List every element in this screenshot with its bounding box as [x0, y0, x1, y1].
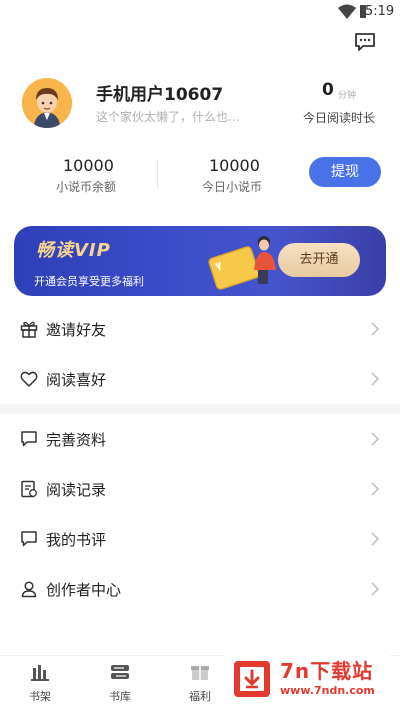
vip-open-button[interactable]: 去开通 — [278, 243, 360, 277]
menu-item-my-reviews[interactable]: 我的书评 — [0, 514, 400, 564]
chevron-right-icon — [371, 532, 380, 546]
vip-subtitle: 开通会员享受更多福利 — [34, 275, 144, 288]
vip-title: 畅读VIP — [36, 240, 111, 261]
coin-balance-value: 10000 — [63, 156, 114, 175]
library-icon — [111, 665, 129, 679]
tab-label: 福利 — [189, 690, 211, 703]
welfare-icon — [191, 666, 209, 680]
user-icon — [21, 581, 37, 598]
site-watermark: 7n下载站 www.7ndn.com — [224, 651, 390, 705]
tab-label: 书架 — [29, 690, 51, 703]
wifi-icon — [338, 4, 356, 19]
bookshelf-icon — [31, 665, 49, 681]
vip-banner[interactable]: 畅读VIP 开通会员享受更多福利 去开通 — [14, 226, 386, 296]
heart-icon — [20, 371, 38, 387]
withdraw-button[interactable]: 提现 — [309, 157, 381, 187]
record-icon — [21, 480, 37, 498]
read-minutes: 0 — [322, 80, 334, 100]
chevron-right-icon — [371, 482, 380, 496]
tab-welfare[interactable]: 福利 — [170, 656, 230, 710]
menu-label: 邀请好友 — [46, 321, 107, 339]
stat-divider — [157, 160, 158, 188]
download-logo-icon — [234, 661, 270, 697]
menu-item-creator-center[interactable]: 创作者中心 — [0, 564, 400, 614]
watermark-url: www.7ndn.com — [280, 684, 375, 697]
menu-label: 阅读喜好 — [46, 371, 107, 389]
tab-library[interactable]: 书库 — [90, 656, 150, 710]
today-coins-label: 今日小说币 — [202, 180, 263, 194]
menu-item-reading-history[interactable]: 阅读记录 — [0, 464, 400, 514]
tab-bookshelf[interactable]: 书架 — [10, 656, 70, 710]
vip-illustration — [208, 236, 276, 290]
menu-item-invite-friends[interactable]: 邀请好友 — [0, 304, 400, 354]
avatar[interactable] — [22, 78, 72, 128]
status-time: 5:19 — [365, 4, 395, 19]
comment-icon — [21, 531, 37, 547]
chevron-right-icon — [371, 582, 380, 596]
menu-item-reading-preference[interactable]: 阅读喜好 — [0, 354, 400, 404]
menu-label: 完善资料 — [46, 431, 107, 449]
signature: 这个家伙太懒了，什么也... — [96, 110, 240, 124]
chevron-right-icon — [371, 372, 380, 386]
menu-label: 阅读记录 — [46, 481, 107, 499]
message-icon[interactable] — [354, 32, 376, 52]
watermark-title: 7n下载站 — [280, 659, 374, 683]
menu-item-complete-profile[interactable]: 完善资料 — [0, 414, 400, 464]
coin-balance-label: 小说币余额 — [56, 180, 117, 194]
username: 手机用户10607 — [96, 85, 224, 105]
tab-label: 书库 — [109, 690, 131, 703]
status-bar: 5:19 — [0, 0, 400, 26]
chevron-right-icon — [371, 322, 380, 336]
avatar-image — [22, 78, 72, 128]
read-unit: 分钟 — [338, 91, 357, 101]
chevron-right-icon — [371, 432, 380, 446]
gift-icon — [20, 321, 38, 338]
menu-label: 创作者中心 — [46, 581, 122, 599]
read-time-label: 今日阅读时长 — [303, 111, 376, 125]
today-coins-value: 10000 — [209, 156, 260, 175]
section-divider — [0, 404, 400, 414]
menu-label: 我的书评 — [46, 531, 107, 549]
chat-icon — [21, 431, 37, 447]
